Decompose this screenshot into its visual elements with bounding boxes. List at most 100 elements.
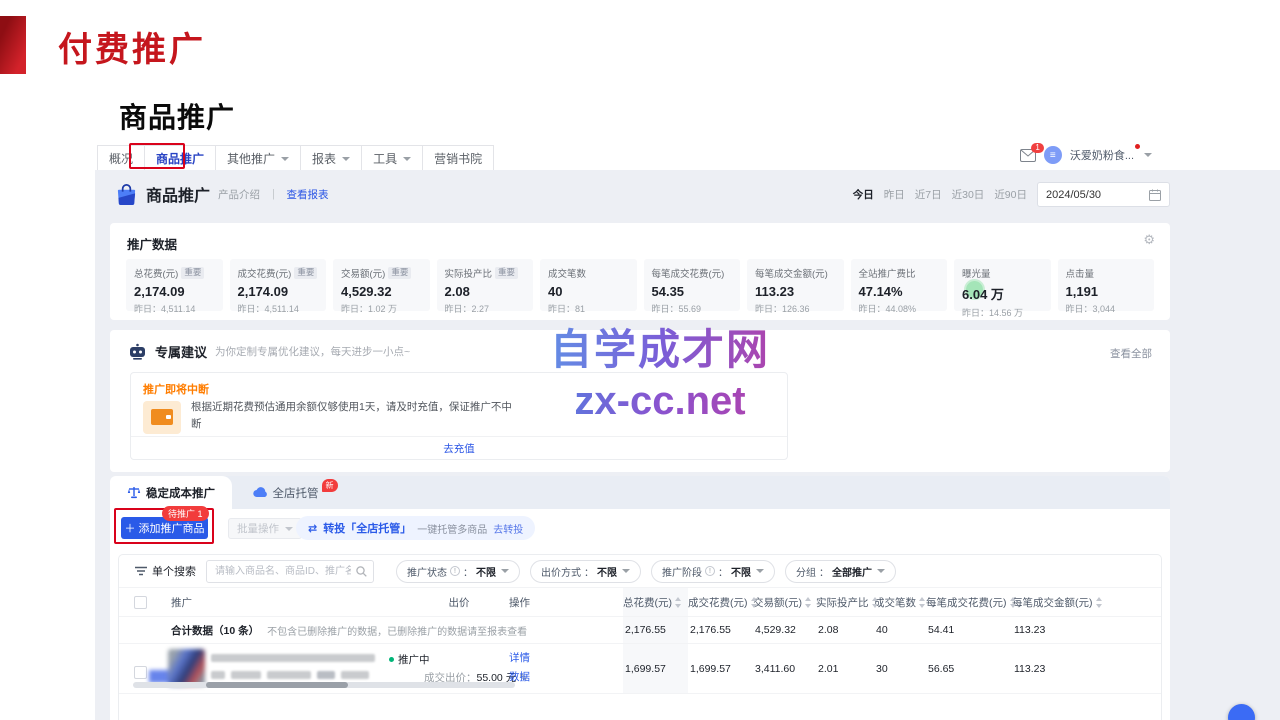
important-badge: 重要 [495,267,518,279]
metric-card-sitewide-ratio[interactable]: 全站推广费比 47.14% 昨日：44.08% [851,259,948,311]
suggestion-panel: 专属建议 为你定制专属优化建议，每天进步一小点~ 查看全部 推广即将中断 根据近… [110,330,1170,472]
col-amount-per-order[interactable]: 每笔成交金额(元) [1012,595,1108,610]
suggestion-title: 专属建议 [155,342,207,361]
filter-promo-stage[interactable]: 推广阶段：不限 [651,560,775,583]
slide-subtitle: 商品推广 [119,96,235,136]
range-today[interactable]: 今日 [853,187,874,202]
sort-icon[interactable] [675,597,682,608]
batch-actions-button[interactable]: 批量操作 [228,518,302,539]
nav-tab-academy[interactable]: 营销书院 [423,146,493,171]
summary-label: 合计数据（10 条） [155,623,259,638]
nav-tab-tools[interactable]: 工具 [362,146,423,171]
blurred-text [231,671,261,679]
range-90d[interactable]: 近90日 [994,187,1027,202]
chevron-down-icon [756,569,764,573]
col-orders[interactable]: 成交笔数 [874,595,926,610]
tab-full-store[interactable]: 全店托管 新 [236,476,356,509]
blurred-text [267,671,311,679]
chevron-down-icon [285,527,293,531]
promotion-list-card: 稳定成本推广 全店托管 新 ＋ 添加推广商品 待推广 1 批量操作 ⇄ 转 [110,476,1170,720]
row-checkbox[interactable] [134,666,147,679]
view-all-link[interactable]: 查看全部 [1110,346,1152,361]
status-dot-icon [389,657,394,662]
filter-bid-type[interactable]: 出价方式：不限 [530,560,641,583]
blurred-text [211,671,225,679]
wallet-icon [143,401,181,434]
blurred-text [341,671,369,679]
avatar[interactable]: ≡ [1044,146,1062,164]
col-roi[interactable]: 实际投产比 [816,595,874,610]
search-input[interactable] [206,560,374,583]
metric-card-clicks[interactable]: 点击量 1,191 昨日：3,044 [1058,259,1155,311]
tab-stable-cost[interactable]: 稳定成本推广 [110,476,232,509]
nav-tab-group: 概况 商品推广 其他推广 报表 工具 营销书院 [97,145,494,172]
sort-icon[interactable] [805,597,812,608]
go-transfer-link[interactable]: 去转投 [493,521,523,536]
nav-tab-product-promotion[interactable]: 商品推广 [145,146,216,171]
divider: ｜ [268,187,279,202]
nav-tab-overview[interactable]: 概况 [98,146,145,171]
col-total-spend[interactable]: 总花费(元) [623,588,688,616]
tab-strip: 稳定成本推广 全店托管 新 [110,476,1170,509]
col-ops: 操作 [503,595,623,610]
transfer-banner: ⇄ 转投「全店托管」 一键托管多商品 去转投 [296,516,535,540]
metric-card-roi[interactable]: 实际投产比重要 2.08 昨日：2.27 [437,259,534,311]
detail-link[interactable]: 详情 [509,650,530,665]
scrollbar-thumb[interactable] [206,682,348,688]
info-icon [450,566,460,576]
col-gmv[interactable]: 交易额(元) [753,595,816,610]
view-report-link[interactable]: 查看报表 [287,187,329,202]
date-picker[interactable]: 2024/05/30 [1037,182,1170,207]
select-all-checkbox[interactable] [134,596,147,609]
sort-icon[interactable] [872,597,875,608]
gear-icon[interactable]: ⚙ [1143,232,1155,248]
nav-tab-reports[interactable]: 报表 [301,146,362,171]
account-name[interactable]: 沃爱奶粉食... [1070,147,1134,163]
filter-group[interactable]: 分组：全部推广 [785,560,896,583]
metrics-panel: 推广数据 ⚙ 总花费(元)重要 2,174.09 昨日：4,511.14 成交花… [110,223,1170,320]
col-cost-per-order[interactable]: 每笔成交花费(元) [926,595,1012,610]
recharge-button[interactable]: 去充值 [131,436,787,459]
search-icon[interactable] [356,566,367,577]
chevron-down-icon [403,157,411,161]
sort-icon[interactable] [751,597,754,608]
floating-action-button[interactable] [1228,704,1255,720]
horizontal-scrollbar[interactable] [133,682,515,688]
product-thumbnail [168,649,205,686]
metric-card-gmv[interactable]: 交易额(元)重要 4,529.32 昨日：1.02 万 [333,259,430,311]
transfer-title: 转投「全店托管」 [323,520,411,536]
metric-card-deal-spend[interactable]: 成交花费(元)重要 2,174.09 昨日：4,511.14 [230,259,327,311]
table-panel: 单个搜索 推广状态：不限 出价方式：不限 推广阶段：不限 分组：全部推广 [118,554,1162,720]
metric-card-total-spend[interactable]: 总花费(元)重要 2,174.09 昨日：4,511.14 [126,259,223,311]
filter-promo-status[interactable]: 推广状态：不限 [396,560,520,583]
important-badge: 重要 [294,267,317,279]
col-deal-spend[interactable]: 成交花费(元) [688,595,753,610]
top-navbar: 概况 商品推广 其他推广 报表 工具 营销书院 1 ≡ 沃爱奶粉食... [95,144,1280,170]
range-yesterday[interactable]: 昨日 [884,187,905,202]
nav-tab-other-promotion[interactable]: 其他推广 [216,146,301,171]
single-search-label: 单个搜索 [135,563,196,579]
col-bid: 出价 [415,595,503,610]
metrics-title: 推广数据 [127,234,177,253]
slide-accent-bar [0,16,26,74]
metric-card-orders[interactable]: 成交笔数 40 昨日：81 [540,259,637,311]
app-background: 商品推广 产品介绍 ｜ 查看报表 今日 昨日 近7日 近30日 近90日 202… [95,170,1280,720]
suggestion-card-title: 推广即将中断 [143,381,209,397]
sort-icon[interactable] [919,597,926,608]
range-30d[interactable]: 近30日 [952,187,985,202]
sort-icon[interactable] [1096,597,1103,608]
product-intro-link[interactable]: 产品介绍 [218,187,260,202]
chevron-down-icon[interactable] [1144,153,1152,157]
metric-card-amount-per-order[interactable]: 每笔成交金额(元) 113.23 昨日：126.36 [747,259,844,311]
suggestion-card: 推广即将中断 根据近期花费预估通用余额仅够使用1天，请及时充值，保证推广不中断 … [130,372,788,460]
row-actions: 详情 数据 [509,650,530,684]
message-button[interactable]: 1 [1020,149,1036,162]
info-icon [705,566,715,576]
metric-card-impressions[interactable]: 曝光量 6.04 万 昨日：14.56 万 [954,259,1051,311]
metric-card-cost-per-order[interactable]: 每笔成交花费(元) 54.35 昨日：55.69 [644,259,741,311]
calendar-icon [1149,189,1161,201]
sort-icon[interactable] [1010,597,1013,608]
chevron-down-icon [877,569,885,573]
range-7d[interactable]: 近7日 [915,187,942,202]
table-row[interactable]: 1,699.57 1,699.57 3,411.60 2.01 30 56.65… [119,644,1161,694]
